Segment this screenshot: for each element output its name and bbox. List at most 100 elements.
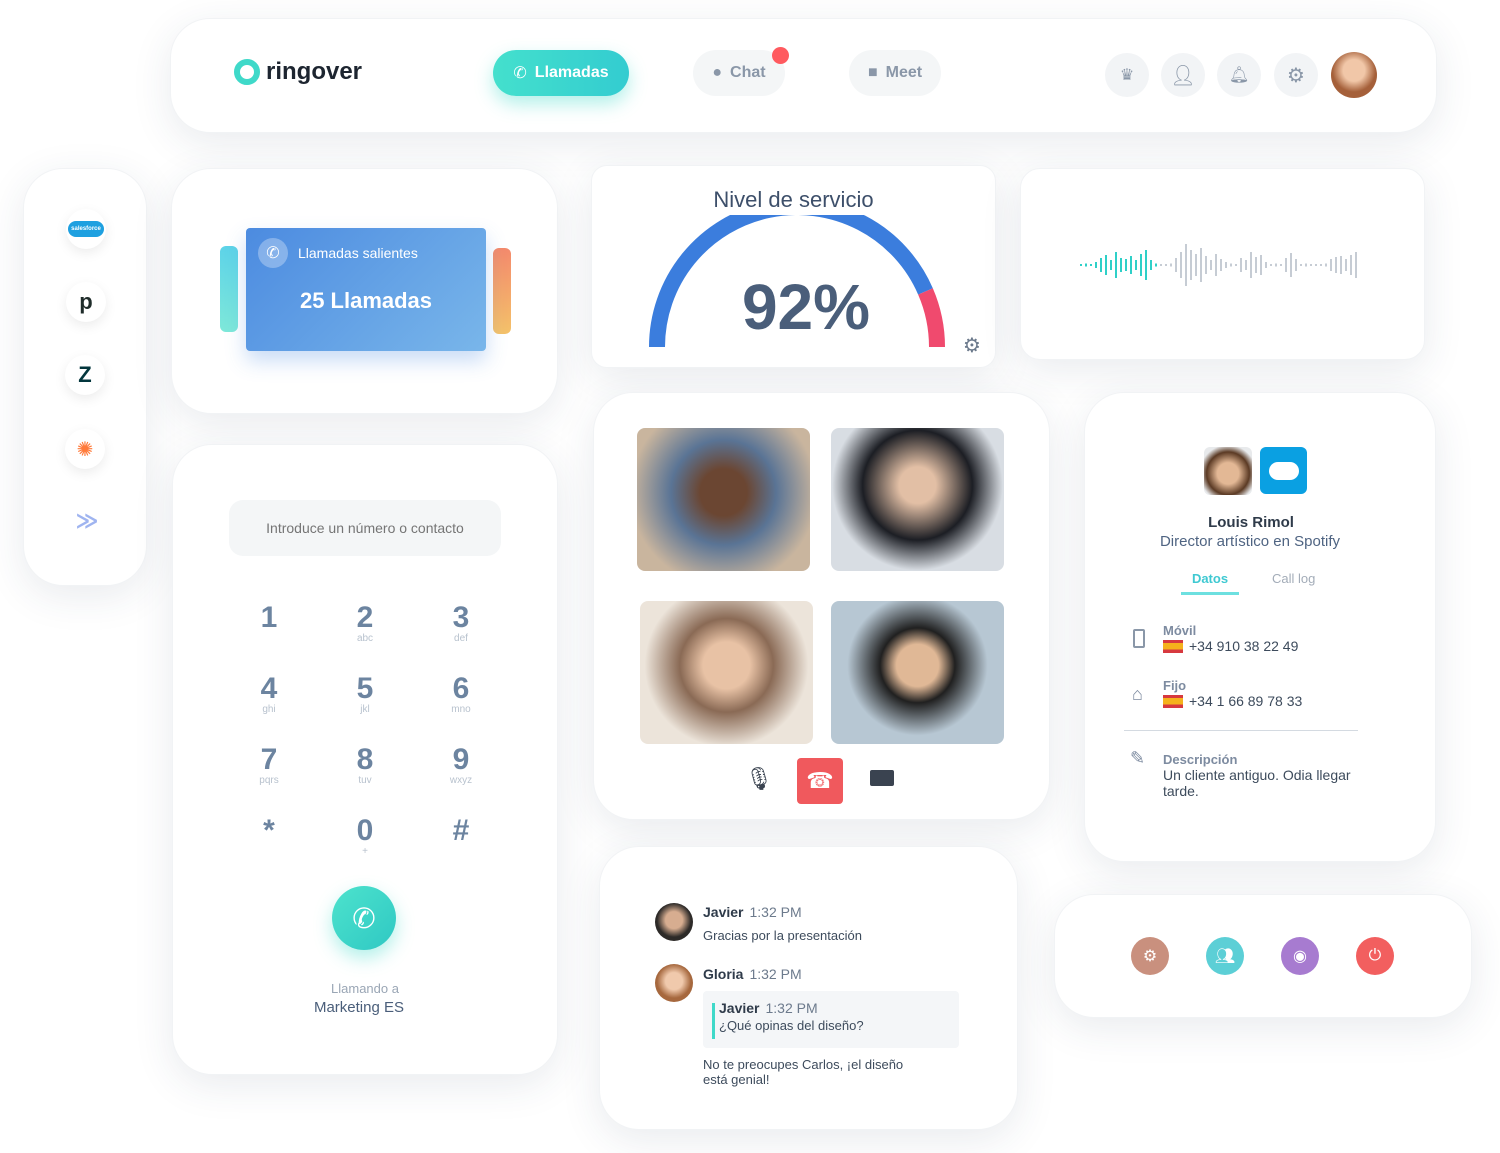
wave-bar [1350,255,1352,275]
dial-key[interactable]: 1 [239,603,299,633]
participant-video-4[interactable] [831,601,1004,744]
right-bar [493,248,511,334]
tab-call-log[interactable]: Call log [1272,571,1315,586]
wave-bar [1320,264,1322,266]
avatar[interactable] [1331,52,1377,98]
description-field: Descripción Un cliente antiguo. Odia lle… [1163,752,1351,799]
chat-message: Javier 1:32 PM Gracias por la presentació… [703,904,862,943]
wave-bar [1330,259,1332,271]
chat-icon: ● [712,64,723,81]
salesforce-integration[interactable]: salesforce [66,209,106,249]
team-action-button[interactable]: 👥︎ [1206,937,1244,975]
wave-bar [1130,256,1132,274]
dial-key[interactable]: 4 ghi [239,674,299,716]
salesforce-icon: salesforce [68,221,104,237]
gear-icon: ⚙ [1287,64,1305,87]
contact-photo [1204,447,1252,495]
nav-llamadas[interactable]: ✆ Llamadas [493,50,629,96]
dial-key[interactable]: * [239,816,299,846]
wave-bar [1105,255,1107,275]
wave-bar [1165,264,1167,266]
more-integrations[interactable]: ≫ [67,501,107,541]
avatar-javier [655,903,693,941]
microphone-button[interactable]: 🎙︎ [745,766,773,792]
profile-button[interactable]: 👤︎ [1161,53,1205,97]
team-icon: 👥︎ [1214,948,1236,965]
wave-bar [1080,264,1082,266]
participant-video-1[interactable] [637,428,810,571]
call-button[interactable]: ✆ [332,886,396,950]
settings-button[interactable]: ⚙ [1274,53,1318,97]
chat-notification-badge [772,47,789,64]
wave-bar [1215,254,1217,276]
wave-bar [1170,263,1172,267]
wave-bar [1135,260,1137,270]
hang-up-button[interactable]: ☎ [797,758,843,804]
wave-bar [1145,250,1147,280]
participant-video-3[interactable] [640,601,813,744]
dial-key[interactable]: 2 abc [335,603,395,645]
home-icon: ⌂ [1132,684,1143,704]
dial-key[interactable]: 3 def [431,603,491,645]
wave-bar [1090,264,1092,266]
tab-datos[interactable]: Datos [1181,571,1239,595]
wave-bar [1285,258,1287,272]
wave-bar [1300,264,1302,266]
wave-bar [1230,263,1232,267]
wave-bar [1345,259,1347,271]
chat-reply-text: No te preocupes Carlos, ¡el diseño está … [703,1057,904,1087]
zendesk-icon: Z [78,362,92,387]
notifications-button[interactable]: 🔔︎ [1217,53,1261,97]
wave-bar [1280,264,1282,266]
wave-bar [1190,250,1192,280]
gauge-settings-icon[interactable]: ⚙ [963,333,981,358]
dial-key[interactable]: 6 mno [431,674,491,716]
wave-bar [1355,252,1357,278]
number-input[interactable] [229,500,501,556]
wave-bar [1155,263,1157,267]
power-icon: ⏻ [1368,947,1382,964]
dial-key[interactable]: 7 pqrs [239,745,299,787]
quoted-message: Javier 1:32 PM ¿Qué opinas del diseño? [703,991,959,1048]
dial-key[interactable]: 5 jkl [335,674,395,716]
zendesk-integration[interactable]: Z [65,355,105,395]
wave-bar [1240,258,1242,272]
calling-label: Llamando a [331,981,399,996]
contact-action-button[interactable]: ◉ [1281,937,1319,975]
left-bar [220,246,238,332]
hubspot-integration[interactable]: ✺ [65,429,105,469]
wave-bar [1175,258,1177,272]
wave-bar [1100,258,1102,272]
wave-bar [1110,260,1112,270]
wave-bar [1315,264,1317,266]
dial-key[interactable]: 9 wxyz [431,745,491,787]
nav-meet[interactable]: ■ Meet [849,50,941,96]
crown-icon: ♛ [1119,67,1135,84]
wave-bar [1290,253,1292,277]
dial-key[interactable]: 8 tuv [335,745,395,787]
wave-bar [1335,257,1337,273]
logo[interactable]: ringover [234,58,362,86]
wave-bar [1340,256,1342,274]
avatar-gloria [655,964,693,1002]
wave-bar [1245,260,1247,270]
pencil-icon: ✎ [1130,748,1146,768]
participant-video-2[interactable] [831,428,1004,571]
crown-button[interactable]: ♛ [1105,53,1149,97]
wave-bar [1120,258,1122,272]
wave-bar [1095,262,1097,268]
dial-key[interactable]: 0 + [335,816,395,858]
mobile-field: Móvil +34 910 38 22 49 [1163,623,1299,654]
pipedrive-integration[interactable]: p [66,282,106,322]
spain-flag-icon [1163,639,1183,653]
outgoing-call-icon: ✆ [258,238,288,268]
dial-key[interactable]: # [431,816,491,846]
wave-bar [1265,262,1267,268]
settings-action-button[interactable]: ⚙ [1131,937,1169,975]
outgoing-calls-panel[interactable]: ✆ Llamadas salientes 25 Llamadas [246,228,486,351]
wave-bar [1185,244,1187,286]
salesforce-badge-icon [1260,447,1307,494]
camera-button[interactable] [870,770,894,786]
power-action-button[interactable]: ⏻ [1356,937,1394,975]
pipedrive-icon: p [79,289,93,314]
